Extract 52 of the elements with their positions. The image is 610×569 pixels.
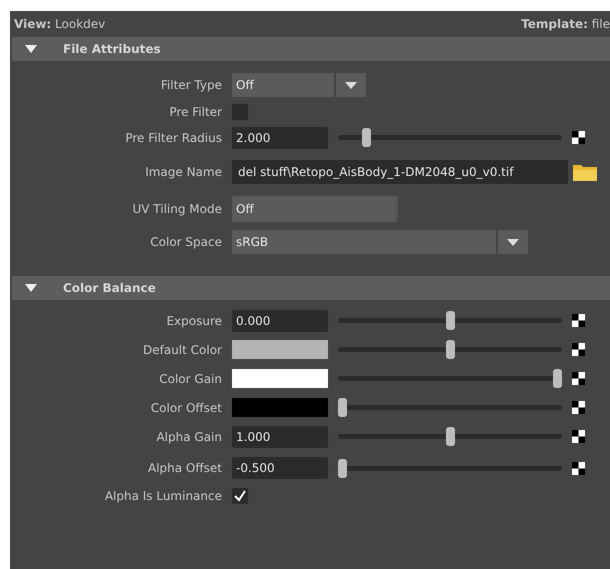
slider-thumb[interactable]	[446, 340, 454, 359]
checker-map-icon[interactable]	[572, 131, 585, 144]
slider[interactable]	[338, 340, 562, 359]
checker-map-icon[interactable]	[572, 372, 585, 385]
color-swatch[interactable]	[232, 398, 328, 417]
slider[interactable]	[338, 369, 562, 388]
caret-icon	[345, 82, 357, 88]
template-label: Template: file	[521, 17, 610, 31]
color-swatch[interactable]	[232, 369, 328, 388]
attribute-label: Image Name	[144, 165, 223, 179]
slider-thumb[interactable]	[362, 128, 371, 147]
attribute-label: UV Tiling Mode	[131, 202, 223, 216]
checker-map-icon[interactable]	[572, 401, 585, 414]
folder-icon[interactable]	[573, 163, 597, 181]
attribute-label: Color Gain	[158, 372, 223, 386]
option-field[interactable]: Off	[232, 196, 398, 222]
checker-map-icon[interactable]	[572, 314, 585, 327]
attribute-label: Default Color	[142, 342, 223, 356]
section-header[interactable]: File Attributes	[12, 37, 610, 61]
slider-thumb[interactable]	[338, 398, 347, 417]
file-path-field[interactable]: del stuff\Retopo_AisBody_1-DM2048_u0_v0.tif	[232, 160, 568, 184]
slider[interactable]	[338, 311, 562, 330]
attribute-label: Color Offset	[150, 400, 223, 414]
color-swatch[interactable]	[232, 340, 328, 359]
slider-thumb[interactable]	[446, 311, 454, 330]
checker-map-icon[interactable]	[572, 343, 585, 356]
slider[interactable]	[338, 458, 562, 478]
number-field[interactable]: 2.000	[232, 126, 328, 148]
slider[interactable]	[338, 398, 562, 417]
attribute-label: Pre Filter Radius	[124, 130, 223, 144]
slider[interactable]	[338, 427, 562, 446]
checkbox[interactable]	[232, 104, 248, 120]
attribute-label: Color Space	[149, 235, 223, 249]
number-field[interactable]: -0.500	[232, 457, 328, 479]
slider-thumb[interactable]	[338, 458, 347, 478]
checkbox[interactable]	[232, 488, 248, 504]
checker-map-icon[interactable]	[572, 462, 585, 474]
slider-thumb[interactable]	[553, 369, 562, 388]
attribute-label: Alpha Is Luminance	[104, 489, 223, 503]
section-header[interactable]: Color Balance	[12, 276, 610, 300]
attribute-label: Pre Filter	[168, 105, 223, 119]
caret-icon	[507, 238, 519, 246]
view-label: View: Lookdev	[14, 17, 106, 31]
slider[interactable]	[338, 128, 562, 147]
attribute-label: Filter Type	[160, 78, 223, 92]
slider-thumb[interactable]	[446, 427, 454, 446]
attribute-label: Alpha Offset	[147, 461, 223, 475]
number-field[interactable]: 0.000	[232, 310, 328, 332]
attribute-label: Exposure	[165, 314, 223, 328]
attribute-label: Alpha Gain	[155, 430, 223, 444]
number-field[interactable]: 1.000	[232, 426, 328, 448]
checker-map-icon[interactable]	[572, 430, 585, 443]
